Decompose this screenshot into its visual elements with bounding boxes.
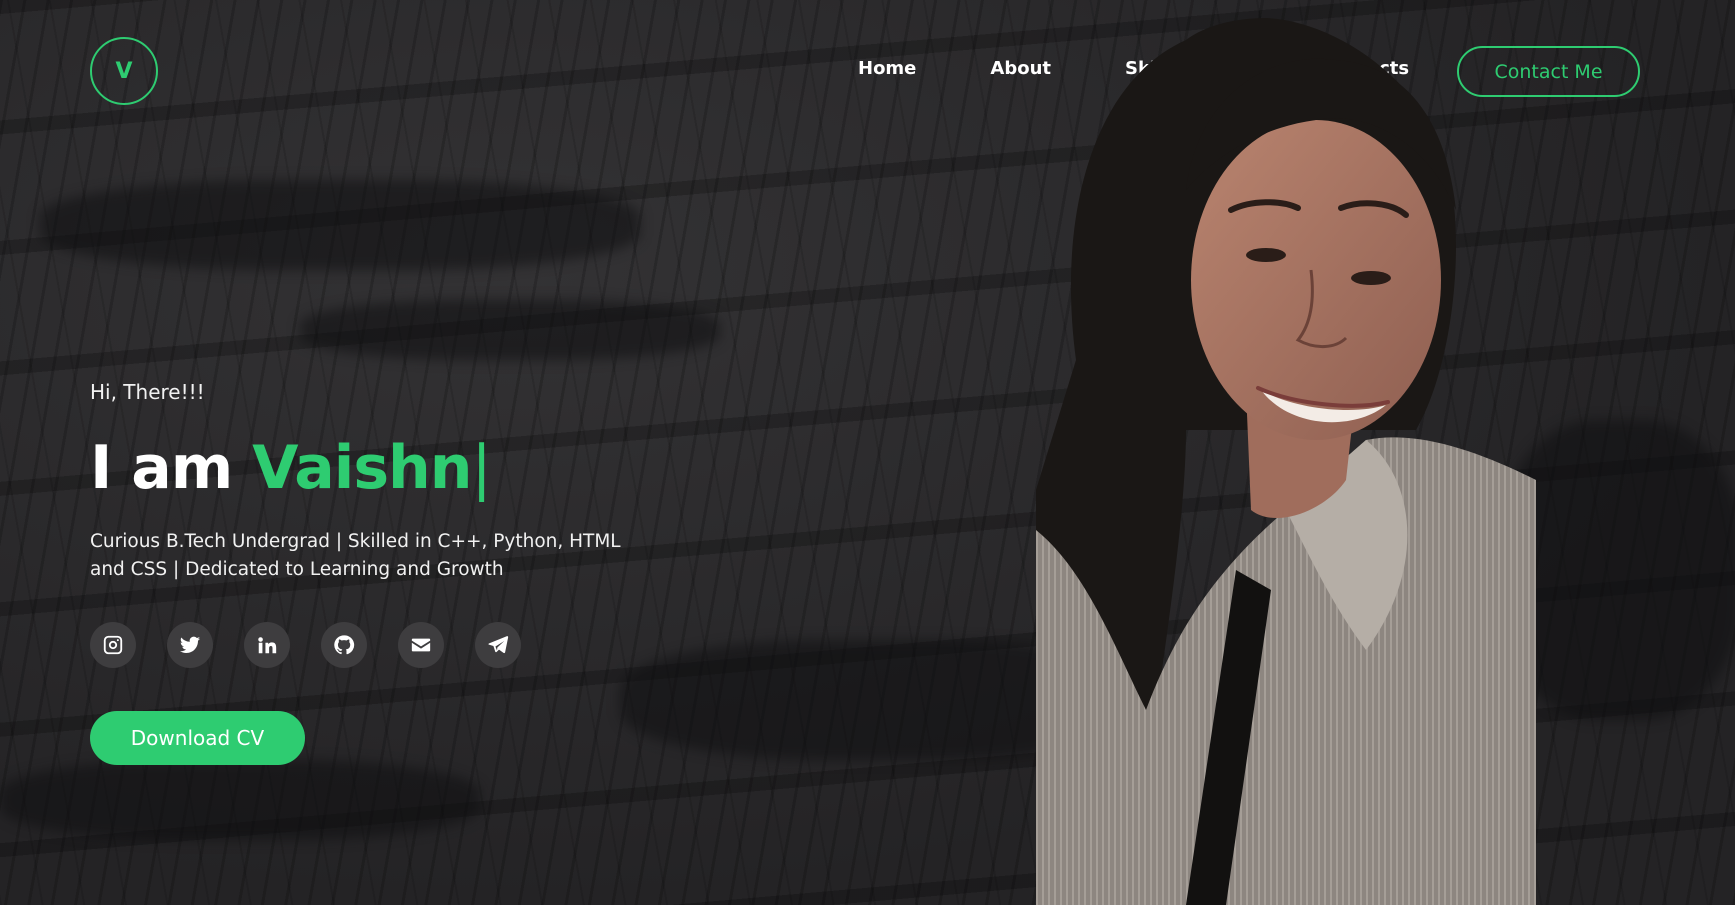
mail-icon	[411, 638, 431, 652]
instagram-icon	[103, 635, 123, 655]
linkedin-icon	[258, 637, 277, 654]
hero-section: Hi, There!!! I am Vaishn| Curious B.Tech…	[90, 380, 730, 765]
github-icon	[334, 635, 355, 655]
download-cv-button[interactable]: Download CV	[90, 711, 305, 765]
tagline: Curious B.Tech Undergrad | Skilled in C+…	[90, 531, 621, 580]
linkedin-link[interactable]	[244, 622, 290, 668]
instagram-link[interactable]	[90, 622, 136, 668]
headline-intro: I am	[90, 433, 233, 503]
headline: I am Vaishn|	[90, 432, 730, 504]
github-link[interactable]	[321, 622, 367, 668]
logo-letter: V	[115, 58, 133, 84]
social-links	[90, 622, 730, 668]
profile-photo	[1036, 10, 1536, 905]
typed-name: Vaishn	[252, 433, 472, 503]
email-link[interactable]	[398, 622, 444, 668]
typing-cursor: |	[471, 433, 491, 503]
telegram-icon	[488, 636, 509, 654]
twitter-link[interactable]	[167, 622, 213, 668]
nav-home[interactable]: Home	[858, 58, 916, 79]
telegram-link[interactable]	[475, 622, 521, 668]
twitter-icon	[179, 636, 201, 653]
logo[interactable]: V	[90, 37, 158, 105]
greeting-text: Hi, There!!!	[90, 380, 205, 404]
